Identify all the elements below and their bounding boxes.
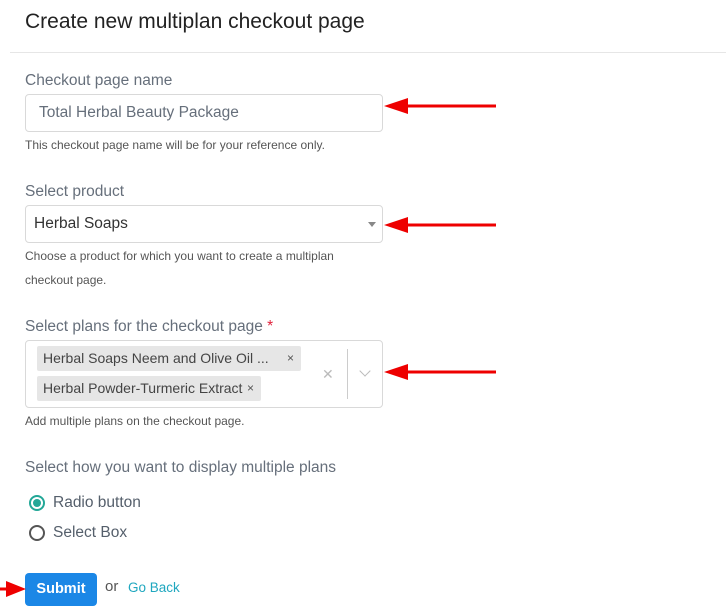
caret-down-icon <box>368 222 376 227</box>
annotation-arrow-icon <box>384 364 496 380</box>
checkout-name-input[interactable]: Total Herbal Beauty Package <box>25 94 383 132</box>
or-text: or <box>105 578 119 595</box>
product-value: Herbal Soaps <box>34 215 128 232</box>
annotation-arrow-icon <box>384 98 496 114</box>
plans-label-text: Select plans for the checkout page <box>25 318 263 335</box>
radio-option-label: Select Box <box>53 524 128 541</box>
product-label: Select product <box>25 183 125 200</box>
remove-tag-icon[interactable]: × <box>247 376 254 401</box>
header-divider <box>10 52 726 53</box>
annotation-arrow-icon <box>0 581 26 597</box>
display-label: Select how you want to display multiple … <box>25 459 337 476</box>
checkout-name-value: Total Herbal Beauty Package <box>39 104 239 121</box>
plan-tag-label: Herbal Powder-Turmeric Extract <box>43 380 243 396</box>
annotation-arrow-icon <box>384 217 496 233</box>
plans-multiselect[interactable]: Herbal Soaps Neem and Olive Oil ... × He… <box>25 340 383 408</box>
chevron-down-icon[interactable] <box>359 365 371 377</box>
go-back-link[interactable]: Go Back <box>128 580 180 595</box>
page-title: Create new multiplan checkout page <box>25 10 365 33</box>
checkout-name-label: Checkout page name <box>25 72 173 89</box>
radio-unchecked-icon[interactable] <box>29 525 45 541</box>
radio-option-label: Radio button <box>53 494 141 511</box>
product-select[interactable]: Herbal Soaps <box>25 205 383 243</box>
plans-help: Add multiple plans on the checkout page. <box>25 414 245 428</box>
required-mark: * <box>267 318 274 335</box>
plan-tag: Herbal Soaps Neem and Olive Oil ... × <box>37 346 301 371</box>
radio-option-radio-button[interactable]: Radio button <box>29 494 141 512</box>
plans-label: Select plans for the checkout page * <box>25 318 273 336</box>
indicator-separator <box>347 349 348 399</box>
product-help: Choose a product for which you want to c… <box>25 249 334 287</box>
radio-option-select-box[interactable]: Select Box <box>29 524 127 542</box>
radio-checked-icon[interactable] <box>29 495 45 511</box>
remove-tag-icon[interactable]: × <box>287 346 294 371</box>
checkout-name-help: This checkout page name will be for your… <box>25 138 325 152</box>
plan-tag: Herbal Powder-Turmeric Extract × <box>37 376 261 401</box>
clear-all-icon[interactable]: ✕ <box>322 366 334 383</box>
submit-button[interactable]: Submit <box>25 573 97 606</box>
plan-tag-label: Herbal Soaps Neem and Olive Oil ... <box>43 350 269 366</box>
